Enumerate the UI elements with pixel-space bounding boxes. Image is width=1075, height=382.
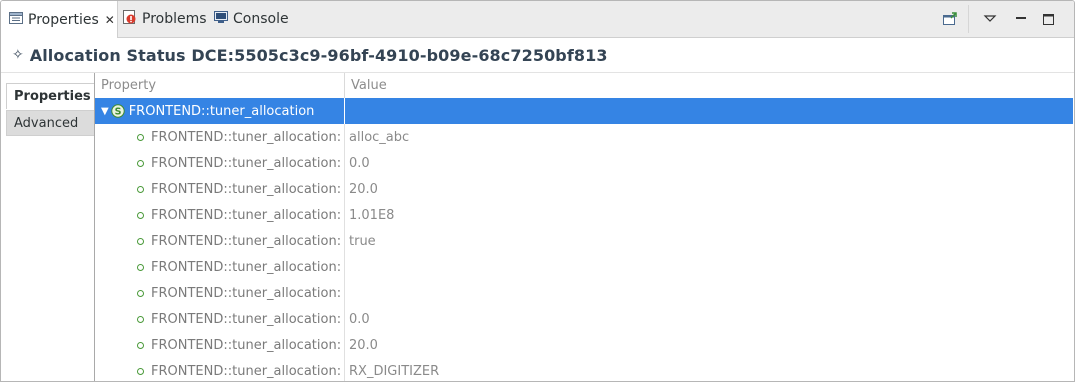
table-row[interactable]: FRONTEND::tuner_allocation: 20.0 — [95, 332, 1073, 358]
value-cell[interactable]: 20.0 — [345, 332, 1073, 358]
expand-triangle-icon[interactable]: ▼ — [101, 106, 109, 117]
simple-property-icon — [137, 367, 144, 375]
property-label: FRONTEND::tuner_allocation: — [151, 311, 342, 327]
tab-problems[interactable]: Problems — [123, 1, 207, 37]
table-row[interactable]: FRONTEND::tuner_allocation: — [95, 254, 1073, 280]
side-tab-label: Properties — [14, 89, 91, 104]
root-value-cell[interactable] — [345, 98, 1073, 124]
table-row[interactable]: FRONTEND::tuner_allocation: 1.01E8 — [95, 202, 1073, 228]
table-row[interactable]: FRONTEND::tuner_allocation: 0.0 — [95, 306, 1073, 332]
simple-property-icon — [137, 315, 144, 323]
console-icon — [214, 10, 228, 28]
simple-property-icon — [137, 341, 144, 349]
root-property-cell: ▼ S FRONTEND::tuner_allocation — [95, 98, 344, 124]
simple-property-icon — [137, 289, 144, 297]
value-cell[interactable] — [345, 254, 1073, 280]
view-tab-strip: Properties ✕ Problems Console — [1, 1, 1074, 38]
property-label: FRONTEND::tuner_allocation: — [151, 337, 342, 353]
column-header-value[interactable]: Value — [351, 78, 387, 93]
side-tab-properties[interactable]: Properties — [6, 83, 94, 109]
side-tab-label: Advanced — [14, 115, 79, 131]
minimize-icon[interactable] — [1013, 11, 1029, 27]
tab-console-label: Console — [233, 11, 289, 27]
properties-view: Properties ✕ Problems Console ✧ Allocati… — [0, 0, 1075, 382]
problems-icon — [123, 9, 137, 29]
property-label: FRONTEND::tuner_allocation: — [151, 259, 342, 275]
tab-properties[interactable]: Properties ✕ — [1, 1, 118, 38]
tab-console[interactable]: Console — [214, 1, 289, 37]
table-row[interactable]: FRONTEND::tuner_allocation: 0.0 — [95, 150, 1073, 176]
table-row[interactable]: FRONTEND::tuner_allocation: 20.0 — [95, 176, 1073, 202]
table-row[interactable]: FRONTEND::tuner_allocation: RX_DIGITIZER — [95, 358, 1073, 381]
close-tab-icon[interactable]: ✕ — [105, 13, 115, 27]
svg-text:S: S — [114, 107, 121, 118]
value-cell[interactable] — [345, 280, 1073, 306]
property-table: Property Value ▼ S FRONTEND::tuner_alloc… — [95, 73, 1073, 381]
value-cell[interactable]: true — [345, 228, 1073, 254]
property-label: FRONTEND::tuner_allocation: — [151, 207, 342, 223]
table-header: Property Value — [95, 73, 1073, 98]
value-cell[interactable]: 20.0 — [345, 176, 1073, 202]
value-cell[interactable]: 0.0 — [345, 150, 1073, 176]
column-header-property[interactable]: Property — [101, 78, 156, 93]
table-body: ▼ S FRONTEND::tuner_allocation FRONTEND:… — [95, 98, 1073, 381]
value-cell[interactable]: alloc_abc — [345, 124, 1073, 150]
maximize-icon[interactable] — [1041, 11, 1057, 27]
root-property-label: FRONTEND::tuner_allocation — [128, 103, 315, 119]
simple-property-icon — [137, 185, 144, 193]
table-row[interactable]: FRONTEND::tuner_allocation: — [95, 280, 1073, 306]
value-cell[interactable]: RX_DIGITIZER — [345, 358, 1073, 381]
simple-property-icon — [137, 237, 144, 245]
simple-property-icon — [137, 159, 144, 167]
property-label: FRONTEND::tuner_allocation: — [151, 129, 342, 145]
side-tab-advanced[interactable]: Advanced — [6, 110, 94, 136]
simple-property-icon — [137, 133, 144, 141]
property-label: FRONTEND::tuner_allocation: — [151, 363, 342, 379]
value-cell[interactable]: 0.0 — [345, 306, 1073, 332]
column-divider[interactable] — [344, 73, 345, 98]
property-label: FRONTEND::tuner_allocation: — [151, 181, 342, 197]
tab-properties-label: Properties — [28, 11, 99, 28]
table-row-root[interactable]: ▼ S FRONTEND::tuner_allocation — [95, 98, 1073, 124]
page-title: Allocation Status DCE:5505c3c9-96bf-4910… — [29, 45, 608, 65]
simple-property-icon — [137, 211, 144, 219]
struct-s-icon: S — [111, 104, 125, 118]
side-tab-list: Properties Advanced — [1, 73, 95, 381]
simple-property-icon — [137, 263, 144, 271]
allocation-diamond-icon: ✧ — [12, 47, 24, 63]
properties-icon — [9, 11, 23, 29]
value-cell[interactable]: 1.01E8 — [345, 202, 1073, 228]
property-label: FRONTEND::tuner_allocation: — [151, 285, 342, 301]
table-row[interactable]: FRONTEND::tuner_allocation: true — [95, 228, 1073, 254]
property-label: FRONTEND::tuner_allocation: — [151, 233, 342, 249]
tab-problems-label: Problems — [142, 11, 207, 27]
properties-header: ✧ Allocation Status DCE:5505c3c9-96bf-49… — [1, 38, 1074, 73]
pin-view-icon[interactable] — [942, 11, 958, 27]
view-menu-chevron-icon[interactable] — [982, 11, 998, 27]
table-row[interactable]: FRONTEND::tuner_allocation: alloc_abc — [95, 124, 1073, 150]
property-label: FRONTEND::tuner_allocation: — [151, 155, 342, 171]
